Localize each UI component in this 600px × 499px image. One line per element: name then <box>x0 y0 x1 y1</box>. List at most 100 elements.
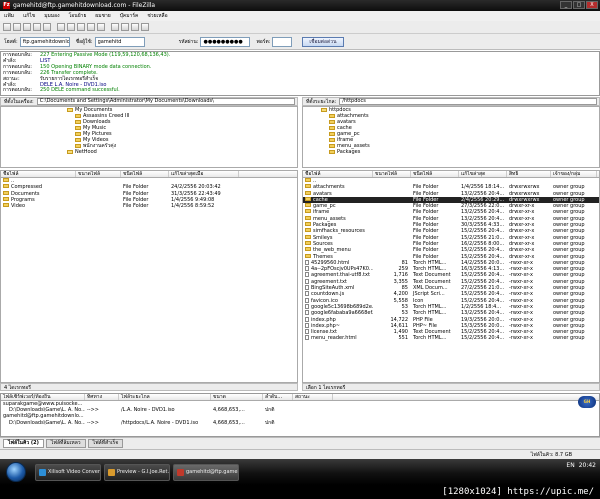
file-name: agreement.thai-utf8.txt <box>311 272 370 279</box>
quickconnect-button[interactable]: เชื่อมต่อด่วน <box>302 36 344 47</box>
language-indicator[interactable]: EN <box>566 462 574 469</box>
column-header[interactable]: ชนิดไฟล์ <box>121 171 169 177</box>
folder-icon <box>75 138 81 142</box>
queue-tab-2[interactable]: ไฟล์ที่สำเร็จ <box>87 439 124 448</box>
close-button[interactable]: X <box>586 1 598 9</box>
folder-icon <box>321 108 327 112</box>
column-header[interactable]: ทิศทาง <box>85 394 119 400</box>
local-directory-tree[interactable]: My Documents Assassins Creed III Downloads… <box>0 106 298 168</box>
clock[interactable]: 20:42 <box>579 462 596 469</box>
menu-item-6[interactable]: ช่วยเหลือ <box>147 12 167 20</box>
menu-item-3[interactable]: โอนย้าย <box>69 12 87 20</box>
taskbar-button-1[interactable]: Preview - G.I.Joe.Ret... <box>104 463 170 481</box>
tree-item[interactable]: NetHood <box>59 149 297 155</box>
queue-row[interactable]: D:\Downloads\Game\L. A. No... -->> /httpdo… <box>1 420 599 426</box>
file-name: the_web_menu <box>313 247 351 254</box>
window-title: gamehitd@ftp.gamehitdownload.com - FileZ… <box>13 2 156 9</box>
username-input[interactable] <box>94 36 145 47</box>
column-header[interactable]: ไฟล์เซิร์ฟเวอร์/ท้องถิ่น <box>1 394 85 400</box>
taskbar-label: Xilisoft Video Convert... <box>48 468 101 475</box>
folder-icon <box>329 120 335 124</box>
menu-item-5[interactable]: บุ๊คมาร์ค <box>120 12 139 20</box>
column-header[interactable]: เจ้าของ/กลุ่ม <box>551 171 597 177</box>
site-manager-icon[interactable] <box>3 23 11 31</box>
column-header[interactable]: ชนิดไฟล์ <box>411 171 459 177</box>
password-input[interactable] <box>200 36 251 47</box>
folder-icon <box>75 144 81 148</box>
taskbar-button-0[interactable]: Xilisoft Video Convert... <box>35 463 101 481</box>
folder-icon <box>67 150 73 154</box>
folder-icon <box>305 215 311 220</box>
local-path-input[interactable]: C:\Documents and Settings\Administrator\… <box>36 98 295 105</box>
disconnect-icon[interactable] <box>87 23 95 31</box>
toggle-queue-icon[interactable] <box>43 23 51 31</box>
file-name: google6fababa9a6668ef... <box>311 310 373 317</box>
column-header[interactable]: ชื่อไฟล์ <box>1 171 76 177</box>
column-header[interactable]: สถานะ <box>293 394 333 400</box>
cell-owner: owner group <box>553 335 585 342</box>
column-header[interactable]: แก้ไขล่าสุดเมื่อ <box>169 171 239 177</box>
queue-tab-0[interactable]: ไฟล์ในคิว (2) <box>3 439 44 448</box>
column-header[interactable]: ไฟล์ระยะไกล <box>119 394 211 400</box>
file-name: license.txt <box>311 329 337 336</box>
password-label: รหัสผ่าน: <box>178 38 199 45</box>
maximize-button[interactable]: □ <box>573 1 585 9</box>
tree-item[interactable]: Packages <box>313 149 599 155</box>
folder-icon <box>329 138 335 142</box>
column-header[interactable]: แก้ไขล่าสุด <box>459 171 507 177</box>
start-button[interactable] <box>6 462 26 482</box>
compare-icon[interactable] <box>121 23 129 31</box>
search-icon[interactable] <box>141 23 149 31</box>
refresh-icon[interactable] <box>57 23 65 31</box>
cell-perm: -rwxr-xr-x <box>509 335 533 342</box>
cell-date: 1/4/2556 8:59:52 <box>171 203 215 210</box>
toggle-log-icon[interactable] <box>13 23 21 31</box>
toggle-remote-tree-icon[interactable] <box>33 23 41 31</box>
table-row[interactable]: Video File Folder 1/4/2556 8:59:52 <box>1 203 297 209</box>
process-queue-icon[interactable] <box>67 23 75 31</box>
file-icon <box>305 272 309 278</box>
toolbar <box>0 21 600 34</box>
file-icon <box>305 259 309 265</box>
folder-icon <box>329 126 335 130</box>
file-icon <box>305 316 309 322</box>
transfer-queue[interactable]: ไฟล์เซิร์ฟเวอร์/ท้องถิ่น ทิศทาง ไฟล์ระยะไก… <box>0 393 600 437</box>
toggle-tree-icon[interactable] <box>23 23 31 31</box>
file-name: favicon.ico <box>311 297 338 304</box>
file-icon <box>305 322 309 328</box>
menu-item-1[interactable]: แก้ไข <box>23 12 35 20</box>
menu-item-0[interactable]: แฟ้ม <box>4 12 14 20</box>
column-header[interactable]: สิทธิ์ <box>507 171 551 177</box>
filter-icon[interactable] <box>111 23 119 31</box>
menu-item-2[interactable]: มุมมอง <box>44 12 59 20</box>
port-input[interactable] <box>272 36 293 47</box>
reconnect-icon[interactable] <box>97 23 105 31</box>
sync-icon[interactable] <box>131 23 139 31</box>
queue-tab-1[interactable]: ไฟล์ที่ล้มเหลว <box>45 439 86 448</box>
menu-item-4[interactable]: ผมชาย <box>95 12 110 20</box>
table-row[interactable]: menu_reader.html 551 Torch HTML... 15/2/255… <box>303 335 599 341</box>
folder-icon <box>305 209 311 214</box>
remote-directory-tree[interactable]: httpdocs attachments avatars cache game_pc if… <box>302 106 600 168</box>
minimize-button[interactable]: _ <box>560 1 572 9</box>
column-header[interactable]: ชื่อไฟล์ <box>303 171 373 177</box>
column-header[interactable]: ขนาดไฟล์ <box>373 171 411 177</box>
remote-path-input[interactable]: /httpdocs <box>339 98 597 105</box>
column-header[interactable]: ขนาด <box>211 394 263 400</box>
site-logo-icon: GH <box>578 396 596 408</box>
title-bar: Fz gamehitd@ftp.gamehitdownload.com - Fi… <box>0 0 600 11</box>
taskbar-button-2[interactable]: gamehitd@ftp.gamehi... <box>173 463 239 481</box>
folder-icon <box>3 190 9 195</box>
cancel-icon[interactable] <box>77 23 85 31</box>
log-label: การตอบกลับ: <box>3 87 32 94</box>
local-file-list[interactable]: ชื่อไฟล์ ขนาดไฟล์ ชนิดไฟล์ แก้ไขล่าสุดเมื่อ… <box>0 170 298 383</box>
remote-file-list[interactable]: ชื่อไฟล์ ขนาดไฟล์ ชนิดไฟล์ แก้ไขล่าสุด สิทธิ… <box>302 170 600 383</box>
watermark: [1280x1024] https://upic.me/ <box>0 485 600 499</box>
file-name: attachments <box>313 184 345 191</box>
column-header[interactable]: ลำดับ... <box>263 394 293 400</box>
message-log[interactable]: การตอบกลับ: 227 Entering Passive Mode (11… <box>0 51 600 96</box>
file-name: Smileys <box>313 234 333 241</box>
folder-icon <box>305 196 311 201</box>
column-header[interactable]: ขนาดไฟล์ <box>76 171 121 177</box>
host-input[interactable] <box>19 36 70 47</box>
